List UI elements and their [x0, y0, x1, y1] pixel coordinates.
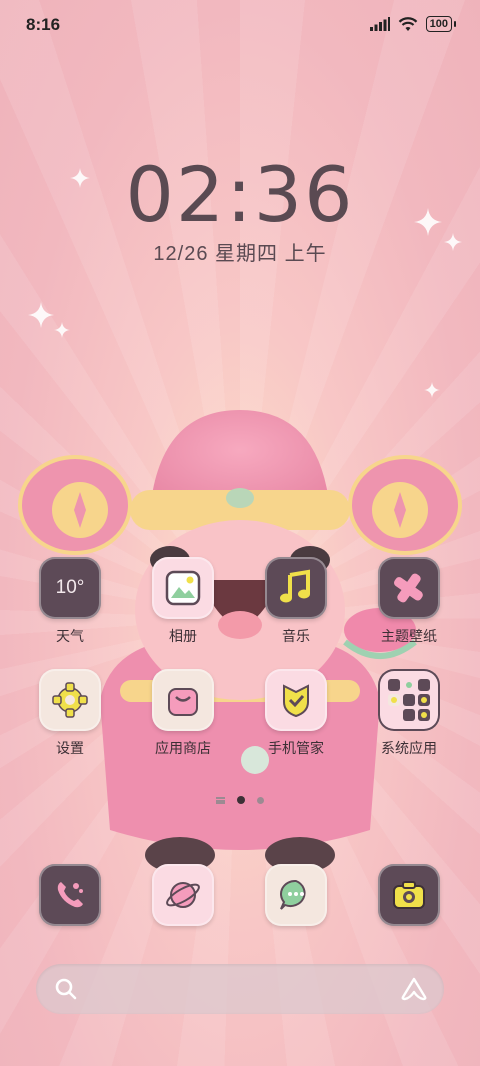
wifi-icon — [398, 16, 417, 31]
phone-icon — [39, 864, 101, 926]
browser-planet-icon — [152, 864, 214, 926]
weather-temp: 10° — [55, 577, 85, 598]
app-store[interactable]: 应用商店 — [137, 669, 229, 758]
app-themes[interactable]: 主题壁纸 — [363, 557, 455, 646]
app-label: 天气 — [56, 628, 84, 644]
clock-minute: 36 — [253, 150, 355, 239]
dock-camera[interactable] — [363, 864, 455, 926]
page-dot-active[interactable] — [237, 796, 245, 804]
gallery-icon — [152, 557, 214, 619]
battery-indicator: 100 — [425, 16, 457, 32]
clock-hour: 02 — [125, 150, 227, 239]
page-indicator[interactable] — [0, 796, 480, 804]
status-icons: 100 — [369, 16, 457, 32]
clock-separator: : — [226, 150, 254, 239]
music-icon — [265, 557, 327, 619]
app-weather[interactable]: 10° 天气 — [24, 557, 116, 646]
messages-icon — [265, 864, 327, 926]
app-label: 相册 — [169, 628, 197, 644]
search-bar[interactable] — [36, 964, 444, 1014]
app-label: 主题壁纸 — [381, 628, 437, 644]
app-label: 设置 — [56, 740, 84, 756]
app-label: 应用商店 — [155, 740, 211, 756]
app-label: 系统应用 — [381, 740, 437, 756]
weather-icon: 10° — [39, 557, 101, 619]
app-store-bag-icon — [152, 669, 214, 731]
dock-messages[interactable] — [250, 864, 342, 926]
settings-gear-icon — [39, 669, 101, 731]
app-folder-system[interactable]: 系统应用 — [363, 669, 455, 758]
folder-icon — [378, 669, 440, 731]
theme-icon — [378, 557, 440, 619]
camera-icon — [378, 864, 440, 926]
page-dot[interactable] — [257, 796, 264, 804]
app-label: 音乐 — [282, 628, 310, 644]
status-time: 8:16 — [26, 15, 61, 34]
clock-date: 12/26 星期四 上午 — [153, 243, 327, 265]
dock-phone[interactable] — [24, 864, 116, 926]
app-drawer-icon[interactable] — [216, 796, 225, 804]
lock-clock: 02:36 — [0, 150, 480, 239]
sparkle-icon — [54, 322, 70, 338]
app-gallery[interactable]: 相册 — [137, 557, 229, 646]
dock-browser[interactable] — [137, 864, 229, 926]
assistant-icon[interactable] — [400, 976, 428, 1002]
app-phone-manager[interactable]: 手机管家 — [250, 669, 342, 758]
status-bar: 8:16 100 — [0, 0, 480, 50]
signal-icon — [369, 17, 390, 31]
sparkle-icon — [28, 302, 54, 328]
app-music[interactable]: 音乐 — [250, 557, 342, 646]
shield-icon — [265, 669, 327, 731]
app-label: 手机管家 — [268, 740, 324, 756]
search-icon — [55, 978, 77, 1000]
app-settings[interactable]: 设置 — [24, 669, 116, 758]
